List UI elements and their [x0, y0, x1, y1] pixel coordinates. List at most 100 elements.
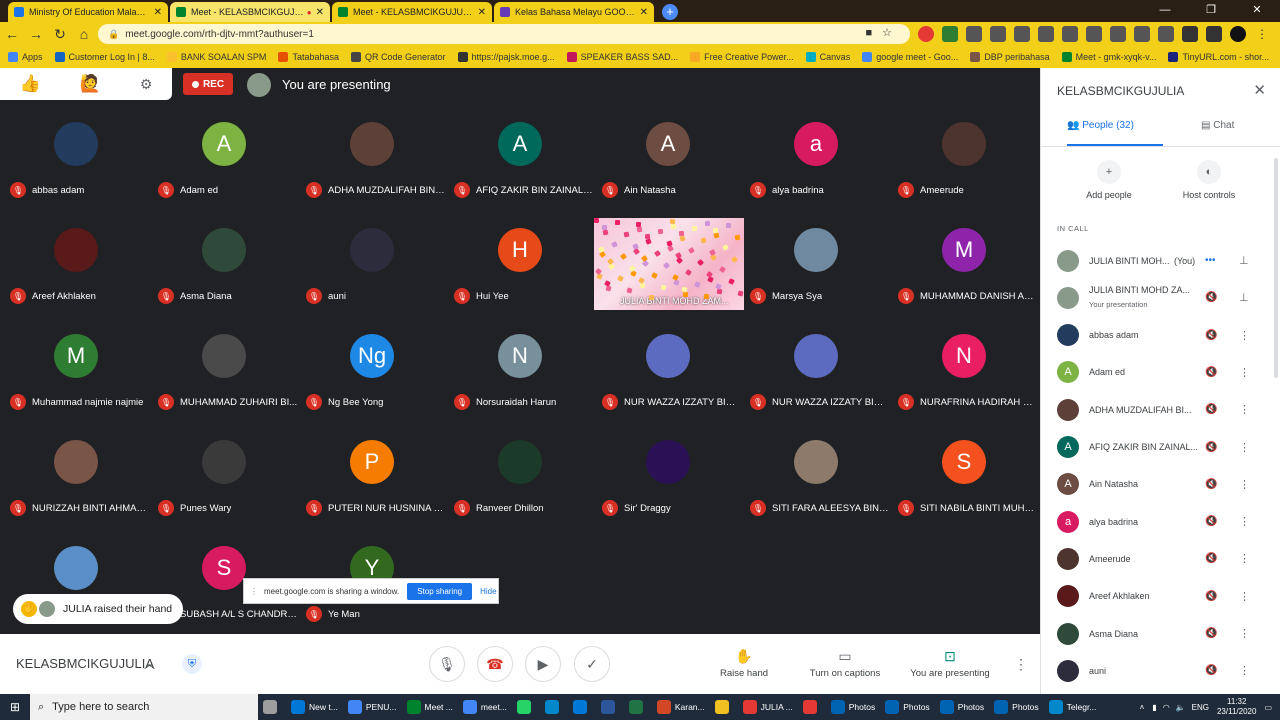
participant-tile[interactable]: 🎙 Ranveer Dhillon	[446, 424, 594, 530]
taskbar-app[interactable]	[624, 694, 652, 720]
extension-icon[interactable]	[1038, 26, 1054, 42]
participant-tile[interactable]: 🎙 NUR WAZZA IZZATY BINT...	[742, 318, 890, 424]
participant-tile[interactable]: A 🎙 AFIQ ZAKIR BIN ZAINALA...	[446, 106, 594, 212]
participant-tile[interactable]: 🎙 MUHAMMAD ZUHAIRI BI...	[150, 318, 298, 424]
forward-icon[interactable]: →	[24, 26, 48, 42]
more-options-icon[interactable]: ⋮	[1239, 329, 1250, 342]
participant-tile[interactable]: N 🎙 NURAFRINA HADIRAH BI...	[890, 318, 1038, 424]
more-options-icon[interactable]: ⋮	[1239, 627, 1250, 640]
tray-up-arrow-icon[interactable]: ˄	[1140, 703, 1145, 712]
participant-tile[interactable]: A 🎙 Adam ed	[150, 106, 298, 212]
meeting-name[interactable]: KELASBMCIKGUJULIA	[16, 656, 154, 671]
extension-icon[interactable]	[966, 26, 982, 42]
tab-chat[interactable]: ▤ Chat	[1201, 120, 1234, 131]
more-options-icon[interactable]: ⋮	[1239, 552, 1250, 565]
microphone-button[interactable]: 🎙	[429, 646, 465, 682]
present-button[interactable]: ⊡ You are presenting	[906, 648, 994, 679]
bookmark-item[interactable]: google meet - Goo...	[862, 52, 958, 62]
extension-icon[interactable]	[1062, 26, 1078, 42]
captions-button[interactable]: ▭ Turn on captions	[806, 648, 884, 679]
participant-tile[interactable]: M 🎙 Muhammad najmie najmie	[2, 318, 150, 424]
bookmark-star-icon[interactable]: ☆	[882, 27, 902, 39]
raise-hand-button[interactable]: ✋ Raise hand	[718, 648, 770, 679]
participant-tile[interactable]: A 🎙 Ain Natasha	[594, 106, 742, 212]
participant-tile[interactable]: M 🎙 MUHAMMAD DANISH AR...	[890, 212, 1038, 318]
extension-icon[interactable]	[1086, 26, 1102, 42]
participant-tile[interactable]: 🎙 ADHA MUZDALIFAH BINT...	[298, 106, 446, 212]
taskbar-app[interactable]	[798, 694, 826, 720]
puzzle-icon[interactable]	[1182, 26, 1198, 42]
windows-start-icon[interactable]: ⊞	[0, 700, 30, 714]
bookmark-item[interactable]: BANK SOALAN SPM	[166, 52, 266, 62]
cast-icon[interactable]	[1206, 26, 1222, 42]
close-icon[interactable]: ✕	[1253, 81, 1266, 99]
camera-button[interactable]: ▶	[525, 646, 561, 682]
participant-row[interactable]: a alya badrina 🔇 ⋮	[1041, 503, 1275, 540]
extension-icon[interactable]	[990, 26, 1006, 42]
chevron-up-icon[interactable]: ︿	[144, 656, 155, 672]
participant-tile[interactable]: 🎙 Sir' Draggy	[594, 424, 742, 530]
restore-icon[interactable]: ❐	[1188, 0, 1234, 22]
home-icon[interactable]: ⌂	[72, 26, 96, 42]
bookmark-item[interactable]: QR Code Generator	[350, 52, 446, 62]
participant-tile[interactable]: N 🎙 Norsuraidah Harun	[446, 318, 594, 424]
participant-tile[interactable]: H 🎙 Hui Yee	[446, 212, 594, 318]
participant-tile[interactable]: 🎙 abbas adam	[2, 106, 150, 212]
add-people-button[interactable]: + Add people	[1069, 160, 1149, 200]
profile-avatar[interactable]	[1230, 26, 1246, 42]
check-extension-icon[interactable]	[942, 26, 958, 42]
taskbar-app[interactable]	[258, 694, 286, 720]
url-field[interactable]: 🔒 meet.google.com/rth-djtv-mmt?authuser=…	[98, 24, 910, 44]
participant-tile[interactable]: 🎙 SITI FARA ALEESYA BINTI...	[742, 424, 890, 530]
back-icon[interactable]: ←	[0, 26, 24, 42]
clock[interactable]: 11:32 23/11/2020	[1217, 697, 1256, 717]
host-controls-button[interactable]: ◐ Host controls	[1169, 160, 1249, 200]
taskbar-app[interactable]: Photos	[826, 694, 880, 720]
taskbar-app[interactable]: meet...	[458, 694, 512, 720]
volume-icon[interactable]: 🔈	[1176, 703, 1186, 712]
taskbar-app[interactable]	[512, 694, 540, 720]
participant-row[interactable]: Ameerude 🔇 ⋮	[1041, 540, 1275, 577]
participant-row[interactable]: auni 🔇 ⋮	[1041, 652, 1275, 689]
participant-tile[interactable]: a 🎙 alya badrina	[742, 106, 890, 212]
more-options-icon[interactable]: ⋮	[1014, 656, 1028, 673]
participant-tile[interactable]: 🎙 NUR WAZZA IZZATY BINT...	[594, 318, 742, 424]
participant-tile[interactable]: S 🎙 SITI NABILA BINTI MUHA...	[890, 424, 1038, 530]
more-options-icon[interactable]: ⋮	[1239, 478, 1250, 491]
menu-kebab-icon[interactable]: ⋮	[1254, 26, 1270, 42]
pin-icon[interactable]: ⊥	[1239, 291, 1249, 304]
participant-row[interactable]: ADHA MUZDALIFAH BI... 🔇 ⋮	[1041, 391, 1275, 428]
taskbar-app[interactable]: New t...	[286, 694, 343, 720]
taskbar-app[interactable]	[568, 694, 596, 720]
taskbar-app[interactable]: Photos	[935, 694, 989, 720]
bookmark-item[interactable]: Apps	[8, 52, 43, 62]
participant-row[interactable]: abbas adam 🔇 ⋮	[1041, 317, 1275, 354]
stop-sharing-button[interactable]: Stop sharing	[407, 582, 473, 600]
participant-row[interactable]: A Ain Natasha 🔇 ⋮	[1041, 466, 1275, 503]
camera-icon[interactable]: ■	[865, 27, 882, 39]
taskbar-app[interactable]: PENU...	[343, 694, 402, 720]
bookmark-item[interactable]: Customer Log In | 8...	[54, 52, 155, 62]
participant-row[interactable]: Areef Akhlaken 🔇 ⋮	[1041, 578, 1275, 615]
language-indicator[interactable]: ENG	[1192, 703, 1209, 712]
bookmark-item[interactable]: Canvas	[805, 52, 850, 62]
extension-icon[interactable]	[1014, 26, 1030, 42]
bookmark-item[interactable]: Free Creative Power...	[690, 52, 794, 62]
participant-tile[interactable]: 🎙 Areef Akhlaken	[2, 212, 150, 318]
taskbar-app[interactable]: Telegr...	[1044, 694, 1102, 720]
shield-icon[interactable]: ⛨	[182, 654, 202, 674]
participant-tile[interactable]: 🎙 Marsya Sya	[742, 212, 890, 318]
drag-handle-icon[interactable]: ⋮	[250, 587, 258, 596]
participant-tile[interactable]: 🎙 Ameerude	[890, 106, 1038, 212]
taskbar-app[interactable]: JULIA ...	[738, 694, 798, 720]
battery-icon[interactable]: ▮	[1152, 703, 1156, 712]
new-tab-button[interactable]: +	[662, 4, 678, 20]
extension-icon[interactable]	[1134, 26, 1150, 42]
raised-hand-avatar-icon[interactable]: 🙋	[80, 74, 101, 94]
reload-icon[interactable]: ↻	[48, 26, 72, 43]
taskbar-search-field[interactable]: ⌕ Type here to search	[30, 694, 258, 720]
extension-icon[interactable]	[1110, 26, 1126, 42]
participant-row[interactable]: JULIA BINTI MOHD ZA... Your presentation 🔇…	[1041, 279, 1275, 316]
more-options-icon[interactable]: ⋮	[1239, 515, 1250, 528]
check-button[interactable]: ✓	[574, 646, 610, 682]
